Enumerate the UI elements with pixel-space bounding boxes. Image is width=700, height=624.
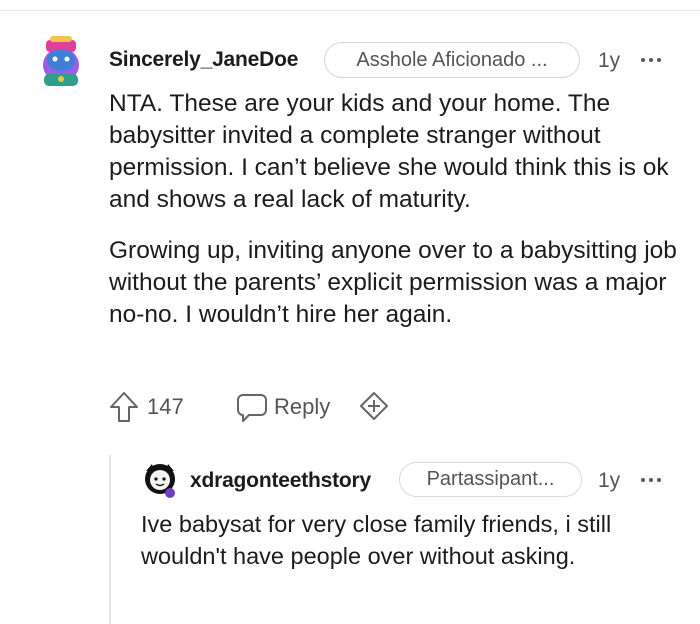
comment-username[interactable]: Sincerely_JaneDoe <box>109 48 298 72</box>
top-divider <box>0 10 700 11</box>
reply-user-avatar[interactable] <box>142 461 178 499</box>
reply-text: Ive babysat for very close family friend… <box>141 511 612 569</box>
reply-age: 1y <box>598 469 621 492</box>
thread-line[interactable] <box>109 455 111 624</box>
user-flair: Asshole Aficionado ... <box>324 42 580 78</box>
reply-label: Reply <box>274 394 331 419</box>
snoo-avatar-icon <box>43 36 79 86</box>
comment-actions: 147 Reply <box>108 388 408 428</box>
speech-bubble-icon <box>237 394 267 422</box>
reply-button[interactable]: Reply <box>235 391 330 423</box>
upvote-button[interactable]: 147 <box>108 390 184 424</box>
reply-more-options-icon[interactable] <box>641 478 665 482</box>
reply-user-flair: Partassipant... <box>399 462 582 497</box>
comment-paragraph-1: NTA. These are your kids and your home. … <box>109 90 669 213</box>
upvote-count: 147 <box>147 394 184 419</box>
upvote-arrow-icon <box>110 392 138 422</box>
reply-username[interactable]: xdragonteethstory <box>190 469 371 493</box>
comment-paragraph-2: Growing up, inviting anyone over to a ba… <box>109 237 677 328</box>
comment-age: 1y <box>598 49 621 72</box>
snoo-avatar-icon <box>145 464 175 498</box>
user-avatar[interactable] <box>38 32 84 90</box>
award-button[interactable] <box>358 390 390 424</box>
more-options-icon[interactable] <box>641 58 665 62</box>
award-plus-icon <box>360 392 388 420</box>
